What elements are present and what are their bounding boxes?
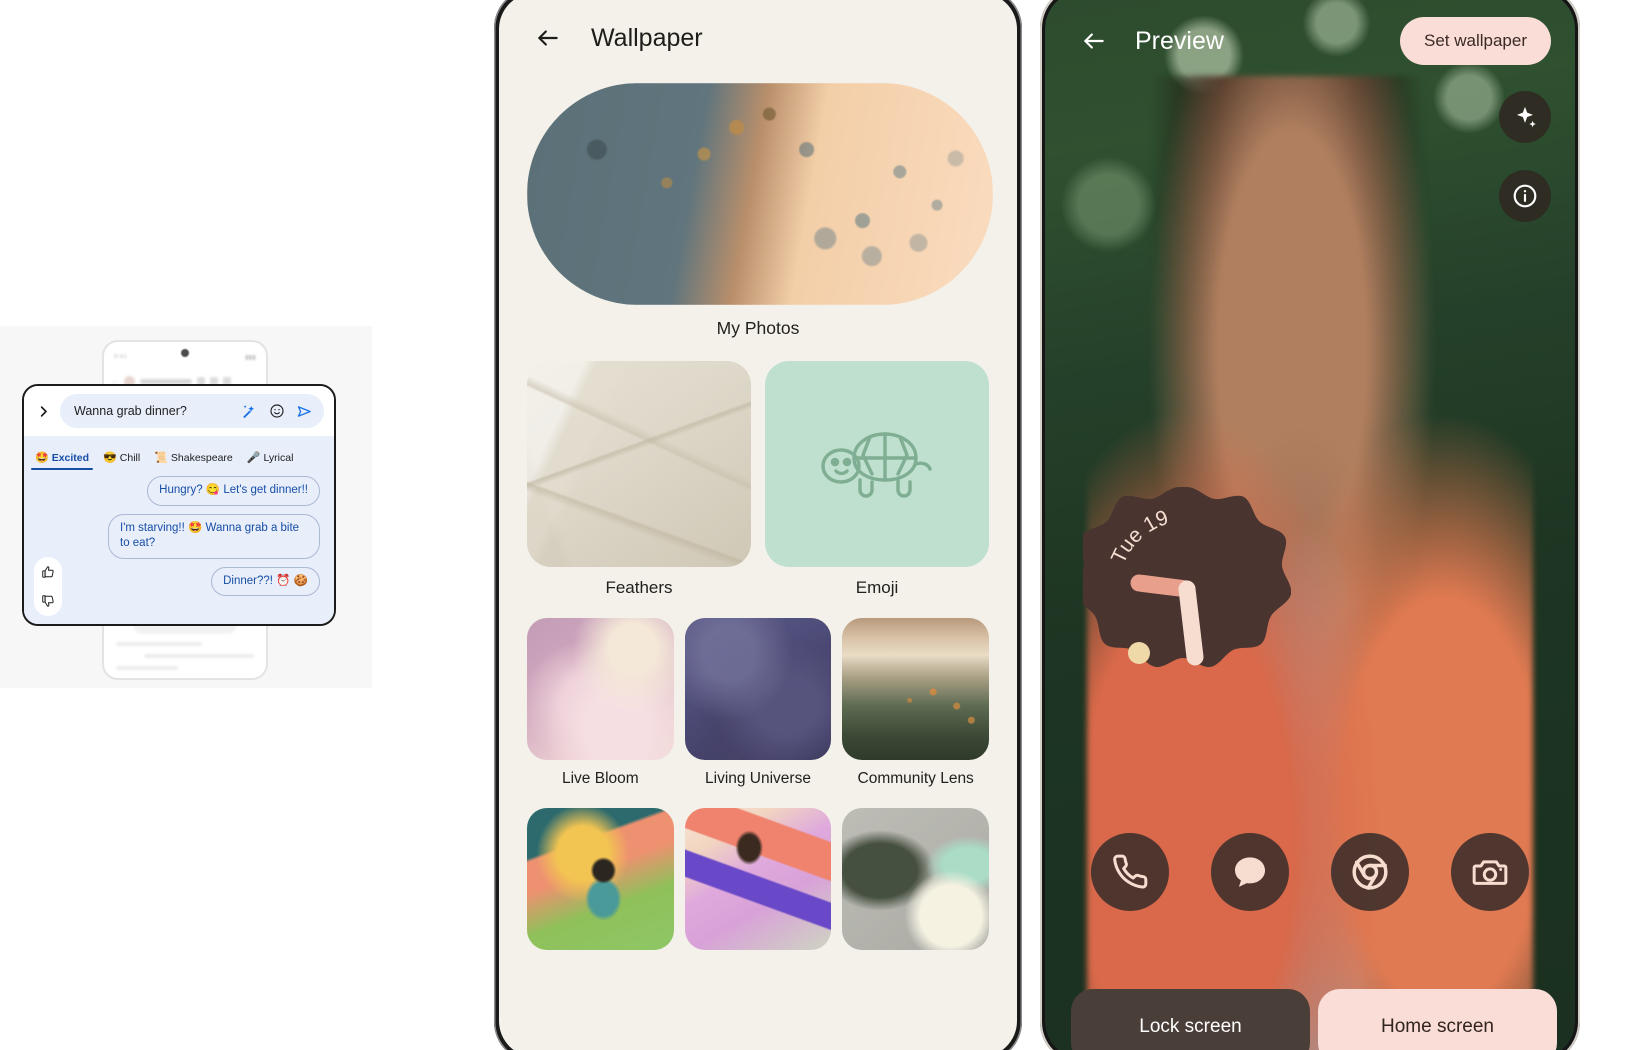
home-screen-dock (1045, 833, 1575, 911)
wallpaper-category-illustration-3[interactable] (842, 808, 989, 950)
tone-tab-lyrical[interactable]: 🎤 Lyrical (240, 452, 301, 470)
magic-compose-card: Wanna grab dinner? 🤩 Excited 😎 Chill 📜 S… (22, 384, 336, 626)
wallpaper-category-feathers[interactable]: Feathers (527, 361, 751, 598)
feedback-rail (34, 557, 62, 616)
preview-header: Preview Set wallpaper (1045, 17, 1575, 65)
suggestion-chip[interactable]: I'm starving!! 🤩 Wanna grab a bite to ea… (108, 513, 320, 559)
living-universe-thumbnail[interactable] (684, 618, 832, 760)
wallpaper-category-illustration-1[interactable] (527, 808, 674, 950)
magic-wand-icon[interactable] (239, 402, 258, 421)
category-label: Community Lens (857, 770, 974, 787)
community-lens-thumbnail[interactable] (842, 618, 989, 760)
info-icon[interactable] (1499, 170, 1551, 222)
emoji-thumbnail[interactable] (765, 361, 989, 567)
arrow-back-icon[interactable] (533, 23, 563, 53)
wallpaper-category-emoji[interactable]: Emoji (765, 361, 989, 598)
wallpaper-row-two: Feathers Emoji (527, 361, 989, 598)
tone-tab-label: Chill (119, 452, 141, 464)
message-input-pill[interactable]: Wanna grab dinner? (60, 394, 324, 428)
suggestion-chip[interactable]: Dinner??! ⏰ 🍪 (211, 566, 320, 597)
thumb-up-icon[interactable] (40, 564, 56, 580)
clock-minute-hand (1178, 580, 1204, 666)
sparkle-icon[interactable] (1499, 91, 1551, 143)
illustration-leaves-grey-thumbnail[interactable] (842, 808, 989, 950)
send-icon[interactable] (295, 402, 314, 421)
wallpaper-preview-screen: Preview Set wallpaper Tue 19 Lock screen… (1045, 0, 1575, 1050)
category-label: Live Bloom (561, 770, 639, 787)
clock-accent-dot (1128, 642, 1150, 664)
mock-line (116, 666, 179, 670)
chevron-right-icon[interactable] (32, 400, 54, 422)
wallpaper-category-living-universe[interactable]: Living Universe (684, 618, 832, 788)
turtle-icon (821, 432, 932, 498)
screenshot-stage: 9:41 ▮▮▮ ← Wanna grab dinner? 🤩 Excited … (0, 0, 1627, 1050)
scroll-emoji-icon: 📜 (154, 451, 168, 464)
mock-status-time: 9:41 (114, 354, 127, 360)
wallpaper-scroll-area[interactable]: My Photos Feathers Emoji Live Bloom Livi… (499, 83, 1017, 950)
camera-icon[interactable] (1451, 833, 1529, 911)
branches-sunset-photo (527, 83, 993, 305)
star-struck-emoji-icon: 🤩 (35, 451, 49, 464)
tone-tab-label: Excited (51, 452, 90, 464)
suggestion-list: Hungry? 😋 Let's get dinner!! I'm starvin… (24, 470, 334, 597)
category-label: Emoji (855, 578, 899, 597)
chrome-glyph (1352, 854, 1388, 890)
suggestion-chip[interactable]: Hungry? 😋 Let's get dinner!! (147, 476, 320, 506)
wallpaper-category-illustration-2[interactable] (684, 808, 832, 950)
wallpaper-header: Wallpaper (499, 0, 1017, 65)
mock-camera-punchhole (181, 349, 189, 357)
compose-input-row: Wanna grab dinner? (24, 386, 334, 436)
chrome-icon[interactable] (1331, 833, 1409, 911)
phone-icon[interactable] (1091, 833, 1169, 911)
page-title: Wallpaper (591, 23, 703, 52)
tone-tab-list: 🤩 Excited 😎 Chill 📜 Shakespeare 🎤 Lyrica… (24, 436, 334, 470)
arrow-back-icon[interactable] (1079, 26, 1109, 56)
tone-tab-chill[interactable]: 😎 Chill (96, 452, 147, 470)
messages-icon[interactable] (1211, 833, 1289, 911)
preview-side-actions (1499, 91, 1551, 222)
feathers-thumbnail[interactable] (527, 361, 751, 567)
illustration-abstract-figures-thumbnail[interactable] (684, 808, 832, 950)
emoji-icon[interactable] (267, 402, 286, 421)
category-label: Feathers (605, 578, 673, 597)
tone-tab-label: Shakespeare (170, 452, 233, 464)
scalloped-clock-face: Tue 19 (1083, 487, 1291, 668)
thumb-down-icon[interactable] (40, 593, 56, 609)
tone-tab-shakespeare[interactable]: 📜 Shakespeare (147, 452, 240, 470)
wallpaper-category-live-bloom[interactable]: Live Bloom (527, 618, 674, 788)
my-photos-thumbnail[interactable] (527, 83, 993, 305)
mock-line (116, 642, 202, 646)
live-bloom-thumbnail[interactable] (527, 618, 674, 760)
wallpaper-row-four (527, 808, 989, 950)
illustration-figure-field-thumbnail[interactable] (527, 808, 674, 950)
mock-line (143, 654, 254, 658)
tone-tab-excited[interactable]: 🤩 Excited (28, 452, 96, 470)
tone-tab-label: Lyrical (263, 452, 294, 464)
sunglasses-emoji-icon: 😎 (103, 451, 117, 464)
magic-compose-panel: 9:41 ▮▮▮ ← Wanna grab dinner? 🤩 Excited … (0, 326, 372, 688)
screen-type-tabs: Lock screen Home screen (1071, 989, 1557, 1050)
magic-compose-body: 🤩 Excited 😎 Chill 📜 Shakespeare 🎤 Lyrica… (24, 436, 334, 624)
microphone-emoji-icon: 🎤 (246, 451, 261, 464)
page-title: Preview (1135, 26, 1224, 55)
category-label: My Photos (716, 318, 800, 338)
wallpaper-category-my-photos[interactable]: My Photos (527, 83, 993, 339)
lockscreen-clock-widget[interactable]: Tue 19 (1083, 485, 1291, 693)
wallpaper-category-community-lens[interactable]: Community Lens (842, 618, 989, 788)
tab-lock-screen[interactable]: Lock screen (1071, 989, 1310, 1050)
tab-home-screen[interactable]: Home screen (1318, 989, 1557, 1050)
mock-status-icons: ▮▮▮ (245, 354, 256, 361)
wallpaper-picker-phone: Wallpaper My Photos Feathers Emoji Live … (494, 0, 1022, 1050)
message-input-text[interactable]: Wanna grab dinner? (74, 404, 230, 418)
mock-contact-name (140, 378, 192, 384)
wallpaper-row-three: Live Bloom Living Universe Community Len… (527, 618, 989, 788)
category-label: Living Universe (705, 770, 811, 787)
wallpaper-picker-screen: Wallpaper My Photos Feathers Emoji Live … (499, 0, 1017, 1050)
set-wallpaper-button[interactable]: Set wallpaper (1399, 17, 1551, 65)
wallpaper-preview-phone: Preview Set wallpaper Tue 19 Lock screen… (1040, 0, 1580, 1050)
